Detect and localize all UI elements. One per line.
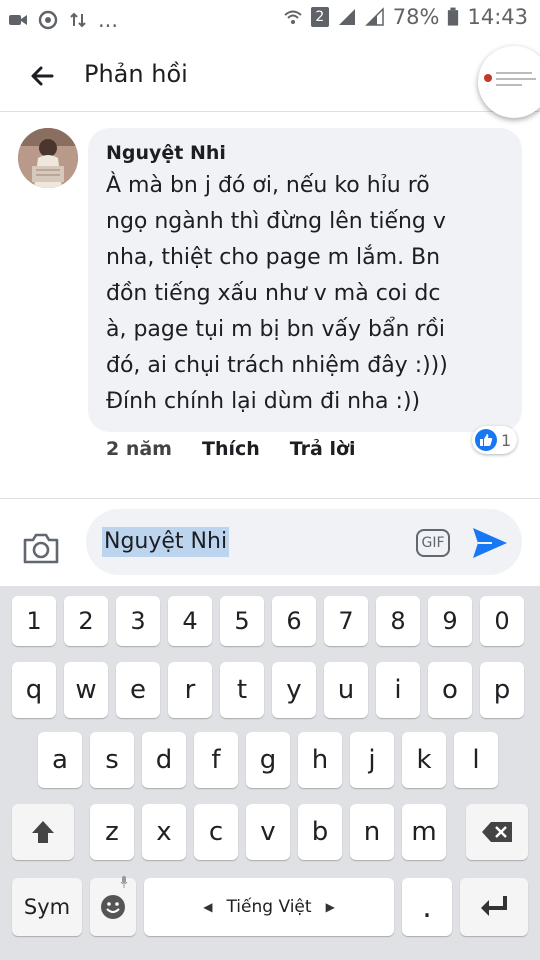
like-reaction-icon bbox=[475, 429, 497, 451]
gif-button[interactable]: GIF bbox=[416, 529, 450, 557]
mic-icon bbox=[120, 876, 128, 888]
sim-badge: 2 bbox=[310, 7, 329, 27]
comment-line: ngọ ngành thì đừng lên tiếng v bbox=[106, 209, 446, 234]
key-v[interactable]: v bbox=[246, 804, 290, 860]
reaction-count: 1 bbox=[501, 430, 512, 450]
back-arrow-icon[interactable] bbox=[26, 60, 58, 92]
shift-arrow-icon bbox=[32, 821, 54, 843]
battery-icon bbox=[448, 7, 459, 26]
key-8[interactable]: 8 bbox=[376, 596, 420, 646]
key-4[interactable]: 4 bbox=[168, 596, 212, 646]
header: Phản hồi bbox=[0, 38, 540, 118]
key-p[interactable]: p bbox=[480, 662, 524, 718]
backspace-key[interactable] bbox=[466, 804, 528, 860]
key-r[interactable]: r bbox=[168, 662, 212, 718]
language-left-icon: ◀ bbox=[203, 900, 213, 914]
comment-author[interactable]: Nguyệt Nhi bbox=[106, 142, 504, 164]
key-k[interactable]: k bbox=[402, 732, 446, 788]
comment-line: đó, ai chụi trách nhiệm đây :))) bbox=[106, 353, 448, 378]
comment-actions: 2 năm Thích Trả lời bbox=[106, 438, 356, 460]
language-right-icon: ▶ bbox=[325, 900, 335, 914]
comment-line: Đính chính lại dùm đi nha :)) bbox=[106, 389, 421, 414]
thumbnail-line bbox=[496, 72, 532, 74]
avatar-image bbox=[18, 128, 78, 188]
key-e[interactable]: e bbox=[116, 662, 160, 718]
wifi-icon bbox=[284, 10, 302, 24]
emoji-icon bbox=[101, 895, 125, 919]
key-u[interactable]: u bbox=[324, 662, 368, 718]
reaction-badge[interactable]: 1 bbox=[472, 426, 518, 454]
key-h[interactable]: h bbox=[298, 732, 342, 788]
clock: 14:43 bbox=[467, 5, 528, 29]
shift-key[interactable] bbox=[12, 804, 74, 860]
key-z[interactable]: z bbox=[90, 804, 134, 860]
backspace-icon bbox=[482, 822, 512, 842]
reply-composer: Nguyệt Nhi GIF bbox=[0, 498, 540, 586]
messenger-icon bbox=[38, 10, 58, 30]
space-language-label: Tiếng Việt bbox=[226, 897, 312, 917]
key-x[interactable]: x bbox=[142, 804, 186, 860]
key-1[interactable]: 1 bbox=[12, 596, 56, 646]
thumbnail-line bbox=[496, 84, 522, 86]
emoji-key[interactable] bbox=[90, 876, 136, 936]
key-0[interactable]: 0 bbox=[480, 596, 524, 646]
comment-text: À mà bn j đó ơi, nếu ko hỉu rõ ngọ ngành… bbox=[106, 168, 504, 420]
video-icon bbox=[9, 15, 27, 25]
status-right: 2 78% 14:43 bbox=[283, 5, 528, 29]
period-key[interactable]: . bbox=[402, 878, 452, 936]
reply-button[interactable]: Trả lời bbox=[290, 438, 356, 460]
key-2[interactable]: 2 bbox=[64, 596, 108, 646]
comment-timestamp: 2 năm bbox=[106, 438, 172, 460]
key-q[interactable]: q bbox=[12, 662, 56, 718]
key-7[interactable]: 7 bbox=[324, 596, 368, 646]
key-6[interactable]: 6 bbox=[272, 596, 316, 646]
key-3[interactable]: 3 bbox=[116, 596, 160, 646]
chat-head-thumbnail[interactable] bbox=[478, 46, 540, 118]
send-icon[interactable] bbox=[470, 525, 510, 561]
key-i[interactable]: i bbox=[376, 662, 420, 718]
reply-input-value[interactable]: Nguyệt Nhi bbox=[102, 527, 230, 557]
comment-line: nha, thiệt cho page m lắm. Bn bbox=[106, 245, 441, 270]
battery-percent: 78% bbox=[392, 5, 440, 29]
key-g[interactable]: g bbox=[246, 732, 290, 788]
comment-bubble[interactable]: Nguyệt Nhi À mà bn j đó ơi, nếu ko hỉu r… bbox=[88, 128, 522, 432]
reply-input[interactable]: Nguyệt Nhi GIF bbox=[86, 509, 522, 575]
page-title: Phản hồi bbox=[84, 60, 188, 88]
avatar[interactable] bbox=[18, 128, 78, 188]
status-left: ... bbox=[8, 8, 118, 32]
signal-icon bbox=[338, 9, 355, 25]
key-a[interactable]: a bbox=[38, 732, 82, 788]
camera-icon[interactable] bbox=[22, 531, 60, 565]
space-key[interactable]: ◀ Tiếng Việt ▶ bbox=[144, 878, 394, 936]
comment-line: À mà bn j đó ơi, nếu ko hỉu rõ bbox=[106, 173, 430, 198]
key-m[interactable]: m bbox=[402, 804, 446, 860]
key-f[interactable]: f bbox=[194, 732, 238, 788]
like-button[interactable]: Thích bbox=[202, 438, 260, 460]
key-s[interactable]: s bbox=[90, 732, 134, 788]
key-d[interactable]: d bbox=[142, 732, 186, 788]
key-l[interactable]: l bbox=[454, 732, 498, 788]
key-y[interactable]: y bbox=[272, 662, 316, 718]
key-j[interactable]: j bbox=[350, 732, 394, 788]
signal-icon-2 bbox=[364, 7, 384, 26]
thumbnail-line bbox=[496, 78, 536, 80]
thumbnail-dot bbox=[484, 74, 492, 82]
keyboard: 1 2 3 4 5 6 7 8 9 0 q w e r t y u i o p … bbox=[0, 586, 540, 960]
key-n[interactable]: n bbox=[350, 804, 394, 860]
enter-key[interactable] bbox=[460, 878, 528, 936]
key-t[interactable]: t bbox=[220, 662, 264, 718]
key-b[interactable]: b bbox=[298, 804, 342, 860]
key-c[interactable]: c bbox=[194, 804, 238, 860]
more-notifications-icon: ... bbox=[98, 8, 119, 32]
status-bar: ... 2 78% 14:43 bbox=[0, 0, 540, 38]
enter-icon bbox=[481, 896, 507, 916]
sym-key[interactable]: Sym bbox=[12, 878, 82, 936]
key-w[interactable]: w bbox=[64, 662, 108, 718]
comment-line: à, page tụi m bị bn vấy bẩn rồi bbox=[106, 317, 445, 342]
comment-line: đồn tiếng xấu như v mà coi dc bbox=[106, 281, 441, 306]
key-o[interactable]: o bbox=[428, 662, 472, 718]
key-9[interactable]: 9 bbox=[428, 596, 472, 646]
key-5[interactable]: 5 bbox=[220, 596, 264, 646]
data-transfer-icon bbox=[70, 12, 86, 28]
